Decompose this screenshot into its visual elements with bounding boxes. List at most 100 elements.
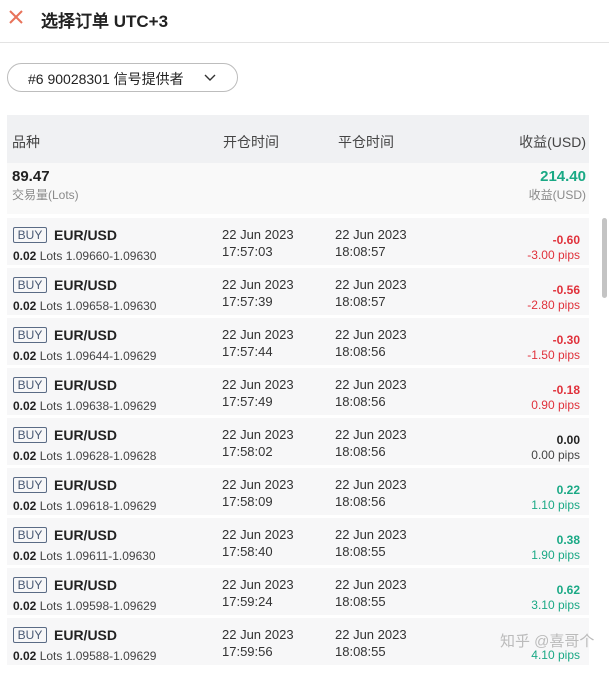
- open-date: 22 Jun 2023: [222, 577, 294, 592]
- symbol: EUR/USD: [54, 627, 118, 643]
- symbol: EUR/USD: [54, 327, 118, 343]
- lots-value: 0.02: [13, 449, 37, 463]
- side-badge: BUY: [13, 377, 47, 393]
- account-selector[interactable]: #6 90028301 信号提供者: [7, 63, 238, 92]
- profit-value: -0.56: [552, 283, 580, 297]
- pips-value: 0.00 pips: [531, 448, 580, 462]
- lots-value: 0.02: [13, 599, 37, 613]
- symbol: EUR/USD: [54, 227, 118, 243]
- close-date: 22 Jun 2023: [335, 527, 407, 542]
- close-date: 22 Jun 2023: [335, 427, 407, 442]
- profit-value: -0.18: [552, 383, 580, 397]
- pips-value: -3.00 pips: [527, 248, 580, 262]
- side-badge: BUY: [13, 477, 47, 493]
- symbol: EUR/USD: [54, 527, 118, 543]
- lots-unit: Lots: [39, 549, 63, 563]
- table-row[interactable]: BUY EUR/USD 0.02 Lots 1.09658-1.09630 22 Ju…: [7, 268, 589, 315]
- page-title: 选择订单 UTC+3: [41, 12, 169, 31]
- open-time: 17:57:44: [222, 344, 273, 359]
- price-range: 1.09588-1.09629: [65, 649, 157, 663]
- side-badge: BUY: [13, 327, 47, 343]
- lots-value: 0.02: [13, 249, 37, 263]
- price-range: 1.09644-1.09629: [65, 349, 157, 363]
- pips-value: -1.50 pips: [527, 348, 580, 362]
- total-profit: 214.40: [540, 168, 586, 185]
- lots-value: 0.02: [13, 499, 37, 513]
- open-date: 22 Jun 2023: [222, 527, 294, 542]
- close-date: 22 Jun 2023: [335, 327, 407, 342]
- table-row[interactable]: BUY EUR/USD 0.02 Lots 1.09628-1.09628 22 Ju…: [7, 418, 589, 465]
- symbol: EUR/USD: [54, 277, 118, 293]
- table-header: 品种 开仓时间 平仓时间 收益(USD): [7, 115, 589, 163]
- open-date: 22 Jun 2023: [222, 277, 294, 292]
- lots-info: 0.02 Lots 1.09638-1.09629: [13, 399, 156, 413]
- table-row[interactable]: BUY EUR/USD 0.02 Lots 1.09660-1.09630 22 Ju…: [7, 218, 589, 265]
- price-range: 1.09618-1.09629: [65, 499, 157, 513]
- close-icon[interactable]: [8, 8, 24, 26]
- open-date: 22 Jun 2023: [222, 227, 294, 242]
- order-list: BUY EUR/USD 0.02 Lots 1.09660-1.09630 22 Ju…: [7, 218, 589, 668]
- table-row[interactable]: BUY EUR/USD 0.02 Lots 1.09638-1.09629 22 Ju…: [7, 368, 589, 415]
- side-badge: BUY: [13, 227, 47, 243]
- close-time: 18:08:57: [335, 244, 386, 259]
- watermark: 知乎 @喜哥个: [500, 633, 595, 650]
- open-time: 17:58:02: [222, 444, 273, 459]
- price-range: 1.09638-1.09629: [65, 399, 157, 413]
- lots-info: 0.02 Lots 1.09628-1.09628: [13, 449, 156, 463]
- lots-value: 0.02: [13, 299, 37, 313]
- open-time: 17:59:56: [222, 644, 273, 659]
- symbol: EUR/USD: [54, 427, 118, 443]
- close-date: 22 Jun 2023: [335, 227, 407, 242]
- price-range: 1.09611-1.09630: [65, 549, 156, 563]
- pips-value: -2.80 pips: [527, 298, 580, 312]
- total-profit-label: 收益(USD): [528, 188, 586, 202]
- open-time: 17:57:39: [222, 294, 273, 309]
- summary-row: 89.47 交易量(Lots) 214.40 收益(USD): [7, 163, 589, 214]
- column-open-time: 开仓时间: [223, 134, 279, 150]
- open-date: 22 Jun 2023: [222, 377, 294, 392]
- price-range: 1.09658-1.09630: [65, 299, 157, 313]
- chevron-down-icon: [204, 74, 216, 81]
- open-date: 22 Jun 2023: [222, 327, 294, 342]
- side-badge: BUY: [13, 527, 47, 543]
- symbol: EUR/USD: [54, 577, 118, 593]
- pips-value: 1.90 pips: [531, 548, 580, 562]
- close-date: 22 Jun 2023: [335, 277, 407, 292]
- lots-unit: Lots: [39, 349, 63, 363]
- lots-unit: Lots: [39, 649, 63, 663]
- column-close-time: 平仓时间: [338, 134, 394, 150]
- lots-unit: Lots: [39, 599, 63, 613]
- lots-unit: Lots: [39, 499, 63, 513]
- scrollbar[interactable]: [602, 218, 607, 298]
- lots-value: 0.02: [13, 349, 37, 363]
- lots-unit: Lots: [39, 299, 63, 313]
- table-row[interactable]: BUY EUR/USD 0.02 Lots 1.09644-1.09629 22 Ju…: [7, 318, 589, 365]
- profit-value: -0.60: [552, 233, 580, 247]
- open-time: 17:57:03: [222, 244, 273, 259]
- price-range: 1.09628-1.09628: [65, 449, 157, 463]
- lots-info: 0.02 Lots 1.09644-1.09629: [13, 349, 156, 363]
- symbol: EUR/USD: [54, 377, 118, 393]
- open-time: 17:59:24: [222, 594, 273, 609]
- profit-value: 0.38: [556, 533, 580, 547]
- side-badge: BUY: [13, 427, 47, 443]
- close-date: 22 Jun 2023: [335, 377, 407, 392]
- close-time: 18:08:57: [335, 294, 386, 309]
- lots-info: 0.02 Lots 1.09611-1.09630: [13, 549, 156, 563]
- table-row[interactable]: BUY EUR/USD 0.02 Lots 1.09598-1.09629 22 Ju…: [7, 568, 589, 615]
- lots-info: 0.02 Lots 1.09658-1.09630: [13, 299, 156, 313]
- price-range: 1.09598-1.09629: [65, 599, 157, 613]
- open-date: 22 Jun 2023: [222, 477, 294, 492]
- close-time: 18:08:55: [335, 644, 386, 659]
- profit-value: -0.30: [552, 333, 580, 347]
- open-time: 17:58:09: [222, 494, 273, 509]
- close-time: 18:08:56: [335, 394, 386, 409]
- pips-value: 1.10 pips: [531, 498, 580, 512]
- table-row[interactable]: BUY EUR/USD 0.02 Lots 1.09618-1.09629 22 Ju…: [7, 468, 589, 515]
- lots-unit: Lots: [39, 449, 63, 463]
- close-date: 22 Jun 2023: [335, 477, 407, 492]
- close-time: 18:08:56: [335, 494, 386, 509]
- close-time: 18:08:55: [335, 594, 386, 609]
- table-row[interactable]: BUY EUR/USD 0.02 Lots 1.09611-1.09630 22 Ju…: [7, 518, 589, 565]
- close-date: 22 Jun 2023: [335, 577, 407, 592]
